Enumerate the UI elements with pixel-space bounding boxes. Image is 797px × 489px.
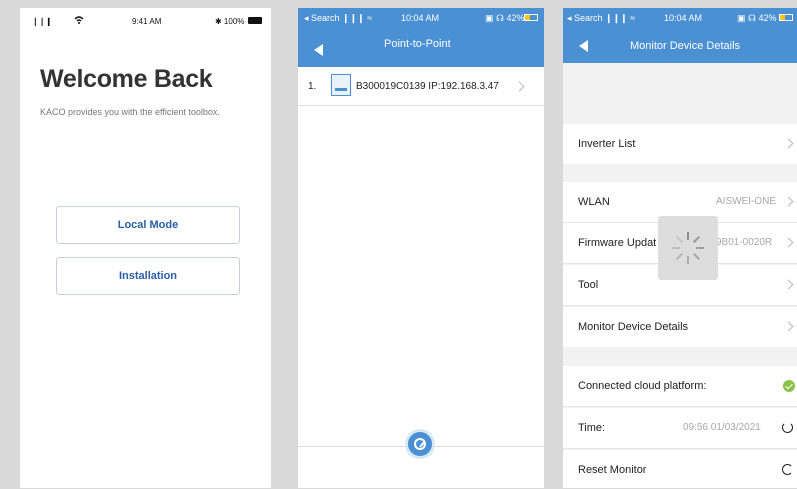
monitor-details-row[interactable]: Monitor Device Details [563, 307, 797, 347]
chevron-right-icon [783, 237, 794, 248]
cloud-platform-row: Connected cloud platform: [563, 366, 797, 407]
top-spacer [563, 63, 797, 125]
spinner-spoke [692, 252, 701, 261]
nav-header: ◂ Search ❙❙❙ ≈ 10:04 AM ▣ ☊ 42% Monitor … [563, 8, 797, 63]
nav-header: ◂ Search ❙❙❙ ≈ 10:04 AM ▣ ☊ 42% Point-to… [298, 8, 544, 67]
inverter-list-label: Inverter List [578, 138, 636, 150]
wlan-value: AISWEI-ONE [716, 196, 777, 207]
inverter-list-row[interactable]: Inverter List [563, 124, 797, 164]
spinner-spoke [687, 232, 689, 240]
spinner-spoke [692, 235, 701, 244]
welcome-screen: ❘❘❙ 9:41 AM ✱ 100% Welcome Back KACO pro… [20, 8, 271, 488]
firmware-label: Firmware Updat [578, 237, 657, 249]
chevron-right-icon [783, 321, 794, 332]
status-time: 10:04 AM [664, 13, 703, 23]
signal-icon: ❘❘❙ [32, 17, 53, 26]
loading-spinner [658, 216, 718, 280]
chevron-right-icon [514, 81, 525, 92]
device-icon [331, 74, 351, 96]
time-row: Time: 09:56 01/03/2021 [563, 408, 797, 449]
battery-icon [248, 17, 262, 24]
wifi-icon [74, 16, 84, 24]
page-title: Welcome Back [40, 65, 213, 93]
reset-monitor-row[interactable]: Reset Monitor [563, 450, 797, 488]
scan-button[interactable] [405, 429, 435, 459]
spinner-spoke [672, 247, 680, 249]
status-right: ▣ ☊ 42% [737, 13, 777, 23]
page-title: Point-to-Point [384, 38, 451, 50]
status-left: ◂ Search ❙❙❙ ≈ [567, 13, 636, 23]
back-arrow-icon[interactable] [579, 40, 588, 52]
chevron-right-icon [783, 196, 794, 207]
status-right: ▣ ☊ 42% [485, 13, 525, 23]
point-to-point-screen: ◂ Search ❙❙❙ ≈ 10:04 AM ▣ ☊ 42% Point-to… [298, 8, 544, 488]
device-index: 1. [308, 81, 317, 92]
device-list-item[interactable]: 1. B300019C0139 IP:192.168.3.47 [298, 67, 544, 106]
chevron-right-icon [783, 138, 794, 149]
page-title: Monitor Device Details [630, 40, 741, 52]
reset-icon[interactable] [782, 464, 793, 475]
reset-monitor-label: Reset Monitor [578, 464, 647, 476]
installation-button[interactable]: Installation [56, 257, 240, 295]
status-time: 10:04 AM [401, 13, 440, 23]
battery-label: ✱ 100% [215, 17, 245, 26]
spinner-spoke [687, 256, 689, 264]
subtitle: KACO provides you with the efficient too… [40, 107, 220, 117]
time-label: Time: [578, 422, 606, 434]
spinner-spoke [675, 252, 684, 261]
status-bar: ❘❘❙ 9:41 AM ✱ 100% [20, 8, 271, 34]
status-left: ◂ Search ❙❙❙ ≈ [304, 13, 373, 23]
time-value: 09:56 01/03/2021 [683, 422, 761, 433]
spinner-spoke [696, 247, 704, 249]
cloud-platform-label: Connected cloud platform: [578, 380, 707, 392]
local-mode-button[interactable]: Local Mode [56, 206, 240, 244]
check-circle-icon [783, 380, 795, 392]
battery-icon [524, 14, 538, 21]
spinner-spoke [675, 235, 684, 244]
back-arrow-icon[interactable] [314, 44, 323, 56]
status-time: 9:41 AM [132, 17, 162, 26]
battery-icon [779, 14, 793, 21]
chevron-right-icon [783, 279, 794, 290]
refresh-icon[interactable] [782, 422, 793, 433]
wlan-label: WLAN [578, 196, 610, 208]
device-label: B300019C0139 IP:192.168.3.47 [356, 81, 499, 92]
tool-label: Tool [578, 279, 599, 291]
monitor-details-screen: ◂ Search ❙❙❙ ≈ 10:04 AM ▣ ☊ 42% Monitor … [563, 8, 797, 488]
firmware-value: 9B01-0020R [716, 237, 773, 248]
monitor-details-label: Monitor Device Details [578, 321, 689, 333]
